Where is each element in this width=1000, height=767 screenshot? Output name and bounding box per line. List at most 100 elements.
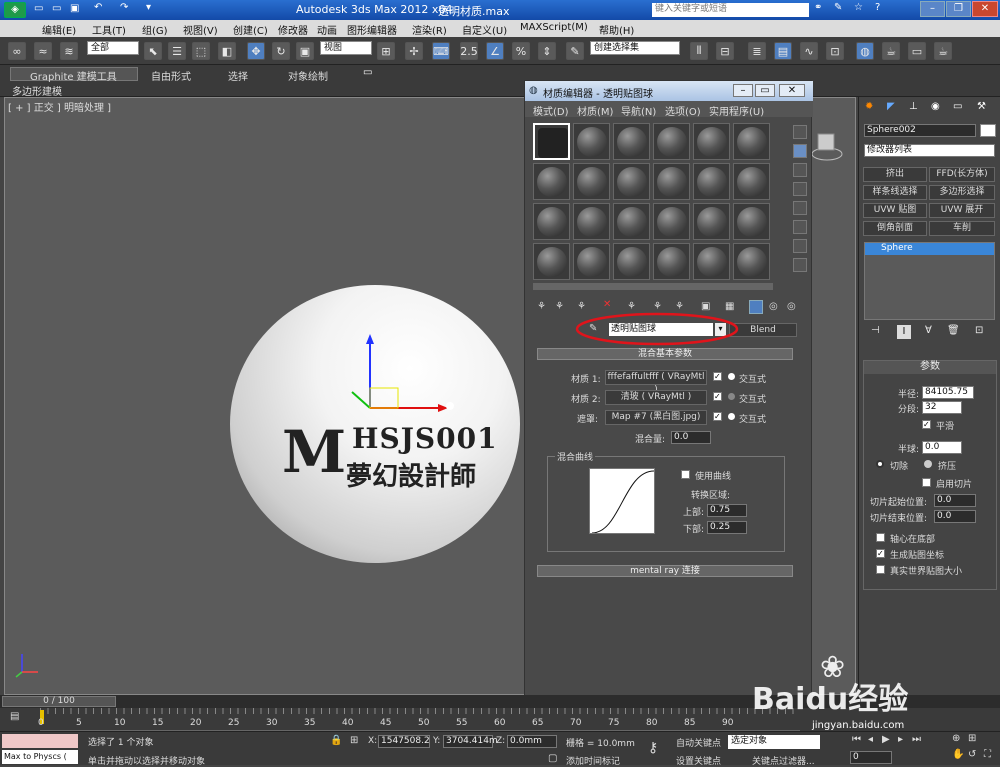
background-icon[interactable] [793,163,807,177]
modifier-button-poly-select[interactable]: 多边形选择 [929,185,995,200]
sample-type-icon[interactable] [793,125,807,139]
use-curve-checkbox[interactable] [681,470,690,479]
upper-field[interactable]: 0.75 [707,504,747,517]
menu-create[interactable]: 创建(C) [233,22,268,37]
ribbon-tab-freeform[interactable]: 自由形式 [151,68,191,83]
display-tab-icon[interactable]: ▭ [953,101,962,112]
auto-key-button[interactable]: 自动关键点 [676,736,721,749]
key-tools-icon[interactable]: ✎ [834,2,842,13]
mental-ray-rollout-header[interactable]: mental ray 连接 [537,565,793,577]
star-icon[interactable]: ☆ [854,2,863,13]
sample-slot[interactable] [533,203,570,240]
set-key-icon[interactable]: ⚷ [648,740,658,756]
schematic-view-icon[interactable]: ⊡ [826,42,844,60]
material2-button[interactable]: 清玻 ( VRayMtl ) [605,390,707,405]
sample-uv-tiling-icon[interactable] [793,182,807,196]
sample-slot[interactable] [613,163,650,200]
sample-slot[interactable] [653,203,690,240]
modifier-button-uvw-map[interactable]: UVW 贴图 [863,203,927,218]
modifier-button-lathe[interactable]: 车削 [929,221,995,236]
curve-editor-icon[interactable]: ∿ [800,42,818,60]
maxscript-listener[interactable] [2,734,78,748]
base-to-pivot-checkbox[interactable] [876,533,885,542]
sample-slot[interactable] [693,163,730,200]
med-menu-modes[interactable]: 模式(D) [533,103,569,118]
med-menu-material[interactable]: 材质(M) [577,103,613,118]
selection-filter-dropdown[interactable]: 全部 [87,41,139,55]
move-gizmo[interactable] [340,330,470,420]
minimize-button[interactable]: – [920,1,945,17]
current-frame-field[interactable]: 0 [850,751,892,764]
render-production-icon[interactable]: ☕ [934,42,952,60]
utilities-tab-icon[interactable]: ⚒ [977,101,986,112]
sample-slot[interactable] [733,203,770,240]
select-object-icon[interactable]: ⬉ [144,42,162,60]
maximize-button[interactable]: ❐ [946,1,971,17]
slice-from-field[interactable]: 0.0 [934,494,976,507]
select-by-material-icon[interactable] [793,258,807,272]
window-crossing-icon[interactable]: ◧ [218,42,236,60]
binoculars-icon[interactable]: ⚭ [814,2,822,13]
new-file-icon[interactable]: ▭ [34,3,43,14]
ribbon-subtab-polygon-modeling[interactable]: 多边形建模 [12,83,62,98]
make-preview-icon[interactable] [793,220,807,234]
go-to-end-icon[interactable]: ⏭ [912,734,921,745]
viewport-label[interactable]: [ + ] 正交 ] 明暗处理 ] [8,99,111,114]
sample-slot[interactable] [573,243,610,280]
angle-snap-icon[interactable]: ∠ [486,42,504,60]
material1-interactive-radio[interactable] [728,373,735,380]
scale-icon[interactable]: ▣ [296,42,314,60]
track-bar-menu-icon[interactable]: ▤ [10,711,19,722]
menu-graph-editors[interactable]: 图形编辑器 [347,22,397,37]
sample-slot[interactable] [733,163,770,200]
bind-space-warp-icon[interactable]: ≋ [60,42,78,60]
smooth-checkbox[interactable]: ✓ [922,420,931,429]
zoom-icon[interactable]: ⊕ [952,733,960,744]
lower-field[interactable]: 0.25 [707,521,747,534]
maxscript-mini-field[interactable]: Max to Physcs ( [2,750,78,764]
help-icon[interactable]: ? [875,2,880,13]
blend-basic-params-header[interactable]: 混合基本参数 [537,348,793,360]
material2-interactive-radio[interactable] [728,393,735,400]
undo-icon[interactable]: ↶ [94,2,102,13]
med-minimize-button[interactable]: – [733,84,753,97]
orbit-icon[interactable]: ↺ [968,749,976,760]
make-unique-icon[interactable]: ∀ [925,325,932,336]
mirror-icon[interactable]: ⫴ [690,42,708,60]
modifier-button-extrude[interactable]: 挤出 [863,167,927,182]
go-to-parent-icon[interactable] [749,300,763,314]
ribbon-tab-selection[interactable]: 选择 [228,68,248,83]
slice-on-checkbox[interactable] [922,478,931,487]
modifier-button-bevel-profile[interactable]: 倒角剖面 [863,221,927,236]
time-tag-icon[interactable]: ▢ [548,753,557,764]
params-header[interactable]: 参数 [864,361,996,374]
lock-selection-icon[interactable]: 🔒 [330,735,342,746]
graphite-toggle-icon[interactable]: ▤ [774,42,792,60]
reference-coord-dropdown[interactable]: 视图 [320,41,372,55]
sample-slot[interactable] [693,203,730,240]
reset-map-icon[interactable]: ✕ [603,299,611,310]
x-field[interactable]: 1547508.2 [378,735,430,748]
hemisphere-field[interactable]: 0.0 [922,441,962,454]
sample-slot[interactable] [653,243,690,280]
menu-rendering[interactable]: 渲染(R) [412,22,447,37]
material-editor-icon[interactable]: ◍ [856,42,874,60]
select-by-name-icon[interactable]: ☰ [168,42,186,60]
align-icon[interactable]: ⊟ [716,42,734,60]
video-color-check-icon[interactable] [793,201,807,215]
mix-amount-field[interactable]: 0.0 [671,431,711,444]
rendered-frame-icon[interactable]: ▭ [908,42,926,60]
time-slider-thumb[interactable]: 0 / 100 [2,696,116,707]
pan-icon[interactable]: ✋ [952,749,964,760]
menu-edit[interactable]: 编辑(E) [42,22,76,37]
med-menu-navigation[interactable]: 导航(N) [621,103,656,118]
backlight-icon[interactable] [793,144,807,158]
modifier-list-dropdown[interactable]: 修改器列表 [864,144,995,157]
ribbon-options-icon[interactable]: ▭ [363,67,372,78]
absolute-mode-icon[interactable]: ⊞ [350,735,358,746]
motion-tab-icon[interactable]: ◉ [931,101,940,112]
med-menu-options[interactable]: 选项(O) [665,103,701,118]
squash-radio[interactable] [924,460,932,468]
material1-checkbox[interactable]: ✓ [713,372,722,381]
configure-sets-icon[interactable]: ⊡ [975,325,983,336]
